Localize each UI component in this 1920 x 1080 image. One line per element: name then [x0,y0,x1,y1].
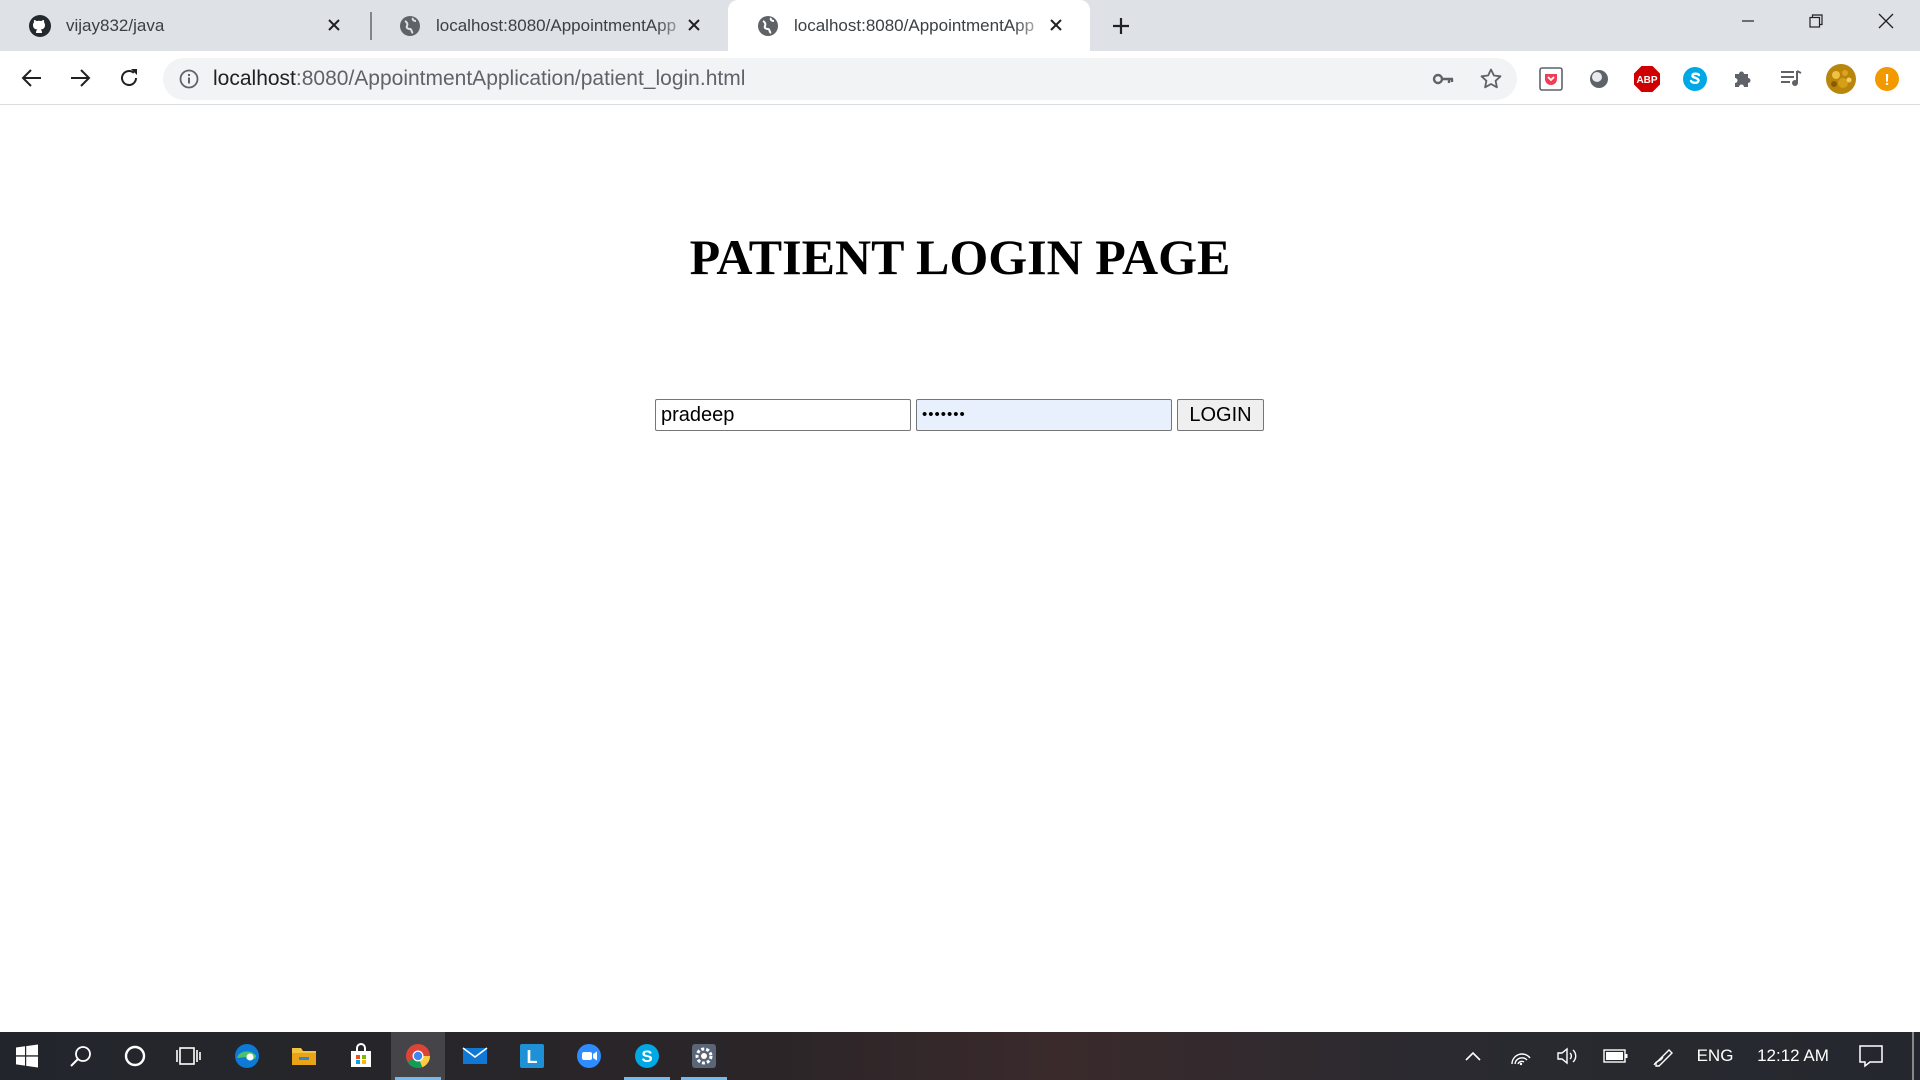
password-field[interactable]: ••••••• [916,399,1172,431]
adblock-label: ABP [1636,75,1657,86]
chrome-icon[interactable] [391,1032,445,1080]
tab-github[interactable]: vijay832/java [0,0,368,51]
close-tab-icon[interactable] [1044,13,1068,37]
clock[interactable]: 12:12 AM [1748,1032,1838,1080]
tray-chevron-up-icon[interactable] [1458,1032,1488,1080]
task-view-icon[interactable] [162,1032,216,1080]
search-icon[interactable] [54,1032,108,1080]
circle-extension-icon[interactable] [1585,65,1613,93]
wifi-icon[interactable] [1506,1032,1536,1080]
bookmark-star-icon[interactable] [1479,67,1503,91]
alert-label: ! [1884,72,1889,89]
file-explorer-icon[interactable] [277,1032,331,1080]
tab-appointment-1[interactable]: localhost:8080/AppointmentApp [370,0,728,51]
address-bar[interactable]: localhost:8080/AppointmentApplication/pa… [163,58,1517,100]
login-button[interactable]: LOGIN [1177,399,1264,431]
pocket-icon[interactable] [1537,65,1565,93]
l-app-icon[interactable]: L [505,1032,559,1080]
browser-toolbar: localhost:8080/AppointmentApplication/pa… [0,51,1920,105]
l-app-label: L [527,1047,538,1067]
restore-icon[interactable] [1782,0,1850,42]
url-text: localhost:8080/AppointmentApplication/pa… [213,58,745,100]
media-control-icon[interactable] [1777,65,1805,93]
globe-icon [756,14,780,38]
update-alert-icon[interactable]: ! [1873,65,1901,93]
zoom-icon[interactable] [562,1032,616,1080]
tab-appointment-2-active[interactable]: localhost:8080/AppointmentApp [728,0,1090,51]
profile-avatar-icon[interactable] [1824,62,1858,96]
store-icon[interactable] [334,1032,388,1080]
page-title: PATIENT LOGIN PAGE [689,229,1231,285]
tab-title: vijay832/java [66,15,165,35]
minimize-icon[interactable] [1714,0,1782,42]
battery-icon[interactable] [1601,1032,1631,1080]
close-window-icon[interactable] [1852,0,1920,42]
close-tab-icon[interactable] [322,13,346,37]
windows-start-icon[interactable] [0,1032,54,1080]
skype-icon[interactable]: S [620,1032,674,1080]
github-icon [28,14,52,38]
language-indicator[interactable]: ENG [1692,1032,1738,1080]
settings-app-icon[interactable] [677,1032,731,1080]
windows-taskbar: L S ENG 12:12 AM [0,1032,1920,1080]
tab-title: localhost:8080/AppointmentApp [794,15,1035,35]
tab-title: localhost:8080/AppointmentApp [436,15,677,35]
site-info-icon[interactable] [177,67,201,91]
forward-arrow-icon[interactable] [62,60,98,96]
skype-icon[interactable] [1681,65,1709,93]
puzzle-icon[interactable] [1729,65,1757,93]
adblock-plus-icon[interactable]: ABP [1633,65,1661,93]
pen-icon[interactable] [1649,1032,1679,1080]
url-host: localhost [213,67,296,90]
globe-icon [398,14,422,38]
mail-icon[interactable] [448,1032,502,1080]
reload-icon[interactable] [111,60,147,96]
skype-label: S [641,1047,652,1066]
tab-strip: vijay832/java localhost:8080/Appointment… [0,0,1920,51]
username-field[interactable]: pradeep [655,399,911,431]
close-tab-icon[interactable] [682,13,706,37]
key-icon[interactable] [1431,67,1455,91]
volume-icon[interactable] [1553,1032,1583,1080]
cortana-icon[interactable] [108,1032,162,1080]
notification-center-icon[interactable] [1853,1032,1889,1080]
new-tab-icon[interactable] [1106,11,1136,41]
edge-icon[interactable] [220,1032,274,1080]
show-desktop-edge[interactable] [1912,1032,1914,1080]
back-arrow-icon[interactable] [14,60,50,96]
url-path: :8080/AppointmentApplication/patient_log… [295,67,746,90]
